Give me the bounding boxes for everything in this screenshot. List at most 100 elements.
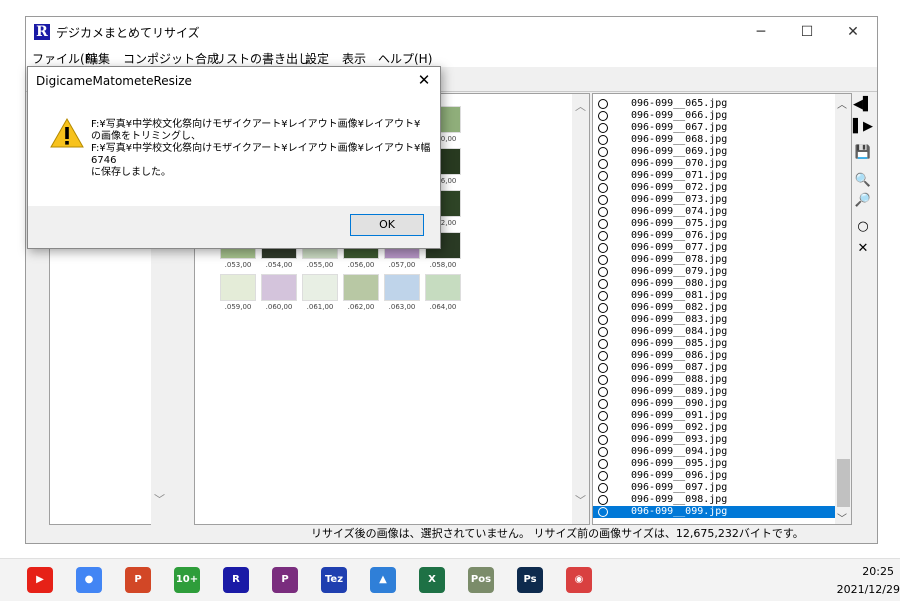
previous-icon[interactable]: ◀▌ <box>853 95 873 115</box>
file-list[interactable]: 096-099__065.jpg 096-099__066.jpg 096-099_… <box>592 93 852 525</box>
radio-circle-icon[interactable] <box>598 135 608 145</box>
green-app-icon[interactable]: 10+ <box>174 567 200 593</box>
file-list-item[interactable]: 096-099__077.jpg <box>593 242 835 254</box>
thumbnail-image[interactable] <box>384 274 420 301</box>
file-list-item[interactable]: 096-099__098.jpg <box>593 494 835 506</box>
radio-circle-icon[interactable] <box>598 423 608 433</box>
file-list-item[interactable]: 096-099__094.jpg <box>593 446 835 458</box>
thumbnail-image[interactable] <box>343 274 379 301</box>
photos-icon[interactable]: ▲ <box>370 567 396 593</box>
file-list-item[interactable]: 096-099__079.jpg <box>593 266 835 278</box>
scroll-down-icon[interactable]: ﹀ <box>575 492 586 508</box>
radio-circle-icon[interactable] <box>598 399 608 409</box>
scroll-up-icon[interactable]: ︿ <box>575 98 586 114</box>
radio-circle-icon[interactable] <box>598 339 608 349</box>
radio-circle-icon[interactable] <box>598 171 608 181</box>
scroll-up-icon[interactable]: ︿ <box>837 96 847 111</box>
radio-circle-icon[interactable] <box>598 291 608 301</box>
file-list-item[interactable]: 096-099__065.jpg <box>593 98 835 110</box>
excel-icon[interactable]: X <box>419 567 445 593</box>
file-list-item[interactable]: 096-099__080.jpg <box>593 278 835 290</box>
thumbnail-image[interactable] <box>302 274 338 301</box>
menu-view[interactable]: 表示 <box>342 50 366 67</box>
file-list-item[interactable]: 096-099__097.jpg <box>593 482 835 494</box>
powerpoint-icon[interactable]: P <box>125 567 151 593</box>
file-list-item[interactable]: 096-099__076.jpg <box>593 230 835 242</box>
radio-circle-icon[interactable] <box>598 471 608 481</box>
file-list-item[interactable]: 096-099__095.jpg <box>593 458 835 470</box>
minimize-button[interactable]: ─ <box>738 17 784 47</box>
photoshop-icon[interactable]: Ps <box>517 567 543 593</box>
file-list-item[interactable]: 096-099__066.jpg <box>593 110 835 122</box>
file-list-item[interactable]: 096-099__068.jpg <box>593 134 835 146</box>
file-list-item-selected[interactable]: 096-099__099.jpg <box>593 506 835 518</box>
file-list-item[interactable]: 096-099__072.jpg <box>593 182 835 194</box>
radio-circle-icon[interactable] <box>598 195 608 205</box>
pos-icon[interactable]: Pos <box>468 567 494 593</box>
file-list-item[interactable]: 096-099__075.jpg <box>593 218 835 230</box>
radio-circle-icon[interactable] <box>598 279 608 289</box>
file-list-item[interactable]: 096-099__088.jpg <box>593 374 835 386</box>
radio-circle-icon[interactable] <box>598 123 608 133</box>
radio-circle-icon[interactable] <box>598 147 608 157</box>
file-list-item[interactable]: 096-099__092.jpg <box>593 422 835 434</box>
radio-circle-icon[interactable] <box>598 243 608 253</box>
radio-circle-icon[interactable] <box>598 483 608 493</box>
zoom-out-icon[interactable]: 🔎 <box>853 191 873 211</box>
radio-circle-icon[interactable] <box>598 183 608 193</box>
file-list-item[interactable]: 096-099__089.jpg <box>593 386 835 398</box>
radio-circle-icon[interactable] <box>598 459 608 469</box>
zoom-in-icon[interactable]: 🔍 <box>853 171 873 191</box>
file-list-item[interactable]: 096-099__090.jpg <box>593 398 835 410</box>
file-list-item[interactable]: 096-099__082.jpg <box>593 302 835 314</box>
tez-icon[interactable]: Tez <box>321 567 347 593</box>
radio-circle-icon[interactable] <box>598 363 608 373</box>
scroll-down-icon[interactable]: ﹀ <box>154 491 165 507</box>
radio-circle-icon[interactable] <box>598 327 608 337</box>
radio-circle-icon[interactable] <box>598 495 608 505</box>
file-list-item[interactable]: 096-099__085.jpg <box>593 338 835 350</box>
maximize-button[interactable]: ☐ <box>784 17 830 47</box>
menu-export-list[interactable]: リストの書き出し <box>214 50 310 67</box>
dialog-close-button[interactable]: ✕ <box>411 67 437 93</box>
file-list-item[interactable]: 096-099__084.jpg <box>593 326 835 338</box>
file-list-item[interactable]: 096-099__086.jpg <box>593 350 835 362</box>
file-list-item[interactable]: 096-099__093.jpg <box>593 434 835 446</box>
file-list-item[interactable]: 096-099__081.jpg <box>593 290 835 302</box>
radio-circle-icon[interactable] <box>598 435 608 445</box>
menu-settings[interactable]: 設定 <box>305 50 329 67</box>
radio-circle-icon[interactable] <box>598 447 608 457</box>
select-circle-icon[interactable]: ○ <box>853 217 873 237</box>
file-list-item[interactable]: 096-099__078.jpg <box>593 254 835 266</box>
next-icon[interactable]: ▌▶ <box>853 117 873 137</box>
menu-composite[interactable]: コンポジット合成 <box>123 50 219 67</box>
title-bar[interactable]: R デジカメまとめてリサイズ ─ ☐ ✕ <box>26 17 877 47</box>
radio-circle-icon[interactable] <box>598 351 608 361</box>
radio-circle-icon[interactable] <box>598 267 608 277</box>
resize-app-icon[interactable]: R <box>223 567 249 593</box>
radio-circle-icon[interactable] <box>598 255 608 265</box>
radio-circle-icon[interactable] <box>598 231 608 241</box>
radio-circle-icon[interactable] <box>598 219 608 229</box>
ok-button[interactable]: OK <box>350 214 424 236</box>
thumbnail-image[interactable] <box>220 274 256 301</box>
file-list-item[interactable]: 096-099__073.jpg <box>593 194 835 206</box>
radio-circle-icon[interactable] <box>598 111 608 121</box>
scroll-down-icon[interactable]: ﹀ <box>837 510 847 525</box>
file-list-item[interactable]: 096-099__071.jpg <box>593 170 835 182</box>
deselect-x-icon[interactable]: ✕ <box>853 239 873 259</box>
file-list-item[interactable]: 096-099__067.jpg <box>593 122 835 134</box>
thumbnail-image[interactable] <box>425 274 461 301</box>
menu-edit[interactable]: 編集 <box>86 50 110 67</box>
radio-circle-icon[interactable] <box>598 315 608 325</box>
youtube-icon[interactable]: ▶ <box>27 567 53 593</box>
purple-p-icon[interactable]: P <box>272 567 298 593</box>
file-list-scroll-thumb[interactable] <box>837 459 850 507</box>
clock-time[interactable]: 20:25 <box>848 565 894 578</box>
menu-help[interactable]: ヘルプ(H) <box>378 50 432 67</box>
close-button[interactable]: ✕ <box>830 17 876 47</box>
paint-icon[interactable]: ◉ <box>566 567 592 593</box>
file-list-item[interactable]: 096-099__091.jpg <box>593 410 835 422</box>
save-icon[interactable]: 💾 <box>853 143 873 163</box>
file-list-item[interactable]: 096-099__083.jpg <box>593 314 835 326</box>
